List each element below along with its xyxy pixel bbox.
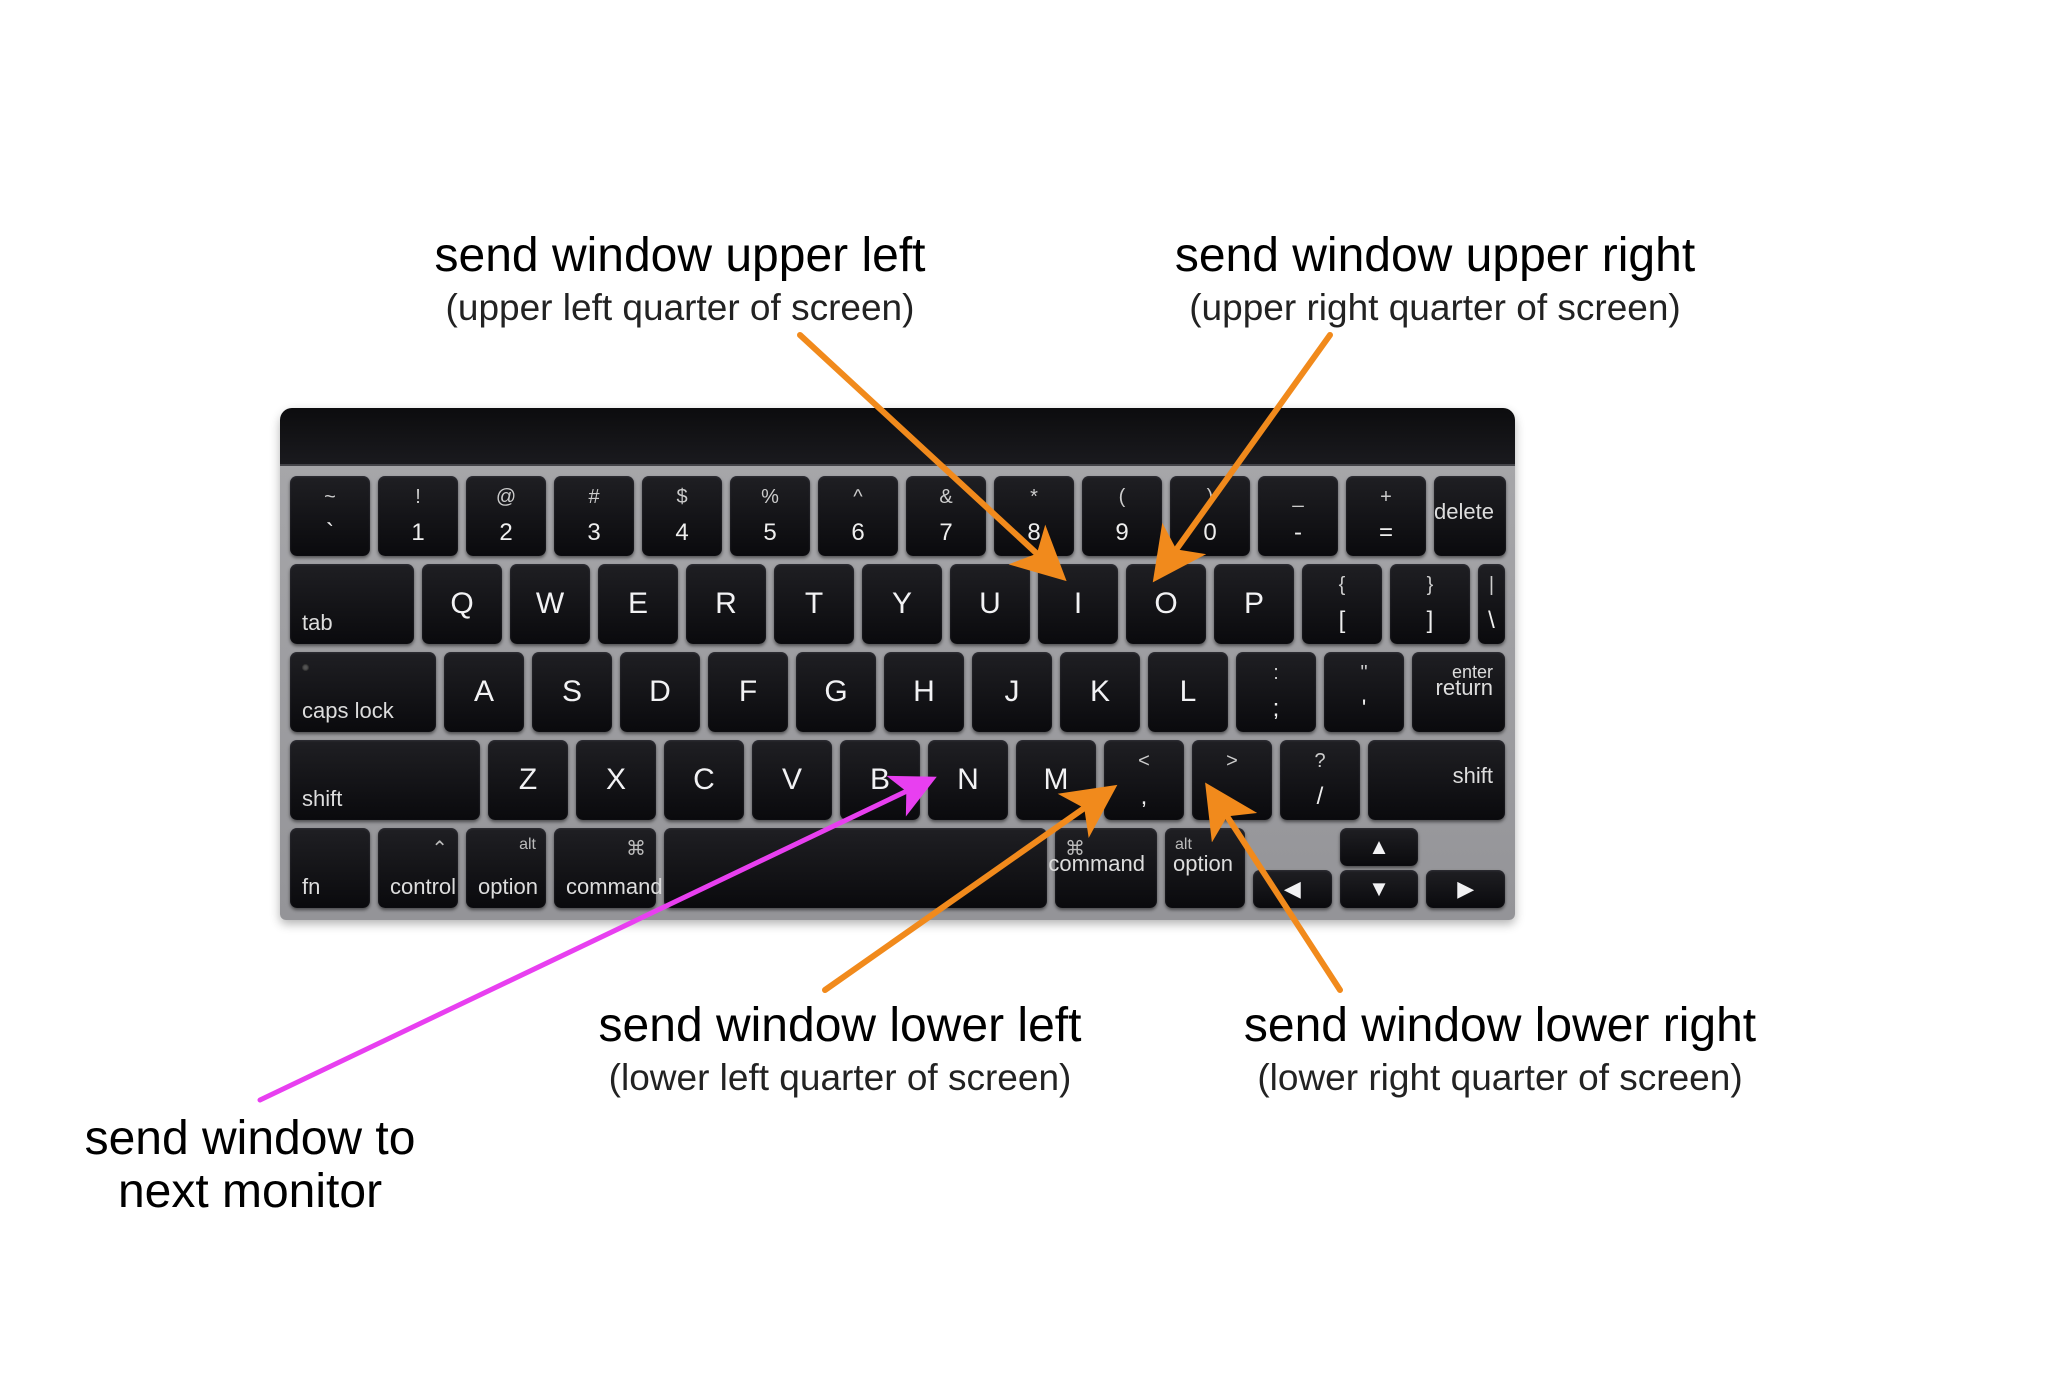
caps-indicator-icon [302, 664, 309, 671]
key-m[interactable]: M [1016, 740, 1096, 820]
key-w[interactable]: W [510, 564, 590, 644]
key-0[interactable]: )0 [1170, 476, 1250, 556]
annotation-title: send window lower left [520, 1000, 1160, 1053]
row-zxcv: shift Z X C V B N M <, >. ?/ shift [290, 740, 1505, 820]
annotation-title: send window to next monitor [30, 1113, 470, 1219]
row-home: caps lock A S D F G H J K L :; "' enter … [290, 652, 1505, 732]
arrow-left-icon: ◀ [1284, 876, 1301, 902]
key-tab[interactable]: tab [290, 564, 414, 644]
key-minus[interactable]: _- [1258, 476, 1338, 556]
key-control[interactable]: ⌃control [378, 828, 458, 908]
touch-bar [280, 408, 1515, 466]
key-bracket-left[interactable]: {[ [1302, 564, 1382, 644]
annotation-subtitle: (lower left quarter of screen) [520, 1057, 1160, 1099]
key-deck: ~` !1 @2 #3 $4 %5 ^6 &7 *8 (9 )0 _- += d… [280, 466, 1515, 920]
arrow-cluster: ▲ ◀ ▼ ▶ [1253, 828, 1505, 908]
keyboard: ~` !1 @2 #3 $4 %5 ^6 &7 *8 (9 )0 _- += d… [280, 408, 1515, 920]
key-x[interactable]: X [576, 740, 656, 820]
alt-icon: alt [519, 836, 536, 854]
key-return[interactable]: enter return [1412, 652, 1505, 732]
annotation-subtitle: (upper left quarter of screen) [360, 287, 1000, 329]
control-icon: ⌃ [431, 836, 448, 861]
key-b[interactable]: B [840, 740, 920, 820]
key-y[interactable]: Y [862, 564, 942, 644]
key-8[interactable]: *8 [994, 476, 1074, 556]
key-1[interactable]: !1 [378, 476, 458, 556]
key-backtick[interactable]: ~` [290, 476, 370, 556]
annotation-upper-left: send window upper left (upper left quart… [360, 230, 1000, 329]
key-c[interactable]: C [664, 740, 744, 820]
key-shift-left[interactable]: shift [290, 740, 480, 820]
key-delete[interactable]: delete [1434, 476, 1506, 556]
key-j[interactable]: J [972, 652, 1052, 732]
key-o[interactable]: O [1126, 564, 1206, 644]
key-arrow-up[interactable]: ▲ [1340, 828, 1419, 866]
key-command-left[interactable]: ⌘command [554, 828, 656, 908]
key-6[interactable]: ^6 [818, 476, 898, 556]
key-n[interactable]: N [928, 740, 1008, 820]
annotation-title: send window lower right [1160, 1000, 1840, 1053]
annotation-title: send window upper right [1105, 230, 1765, 283]
annotation-lower-left: send window lower left (lower left quart… [520, 1000, 1160, 1099]
key-option-right[interactable]: altoption [1165, 828, 1245, 908]
row-qwerty: tab Q W E R T Y U I O P {[ }] |\ [290, 564, 1505, 644]
key-backslash[interactable]: |\ [1478, 564, 1505, 644]
annotation-subtitle: (lower right quarter of screen) [1160, 1057, 1840, 1099]
arrow-down-icon: ▼ [1368, 876, 1390, 902]
alt-icon: alt [1175, 836, 1192, 854]
key-f[interactable]: F [708, 652, 788, 732]
key-slash[interactable]: ?/ [1280, 740, 1360, 820]
key-g[interactable]: G [796, 652, 876, 732]
key-7[interactable]: &7 [906, 476, 986, 556]
key-k[interactable]: K [1060, 652, 1140, 732]
key-equals[interactable]: += [1346, 476, 1426, 556]
arrow-up-icon: ▲ [1368, 834, 1390, 860]
annotation-subtitle: (upper right quarter of screen) [1105, 287, 1765, 329]
key-5[interactable]: %5 [730, 476, 810, 556]
row-numbers: ~` !1 @2 #3 $4 %5 ^6 &7 *8 (9 )0 _- += d… [290, 476, 1505, 556]
key-quote[interactable]: "' [1324, 652, 1404, 732]
key-e[interactable]: E [598, 564, 678, 644]
annotation-next-monitor: send window to next monitor [30, 1113, 470, 1219]
key-h[interactable]: H [884, 652, 964, 732]
key-z[interactable]: Z [488, 740, 568, 820]
row-modifiers: fn ⌃control altoption ⌘command ⌘command … [290, 828, 1505, 908]
annotation-title: send window upper left [360, 230, 1000, 283]
command-icon: ⌘ [626, 836, 646, 861]
key-bracket-right[interactable]: }] [1390, 564, 1470, 644]
key-d[interactable]: D [620, 652, 700, 732]
key-u[interactable]: U [950, 564, 1030, 644]
key-l[interactable]: L [1148, 652, 1228, 732]
key-period[interactable]: >. [1192, 740, 1272, 820]
arrow-right-icon: ▶ [1457, 876, 1474, 902]
key-9[interactable]: (9 [1082, 476, 1162, 556]
key-comma[interactable]: <, [1104, 740, 1184, 820]
annotation-lower-right: send window lower right (lower right qua… [1160, 1000, 1840, 1099]
key-s[interactable]: S [532, 652, 612, 732]
key-fn[interactable]: fn [290, 828, 370, 908]
key-4[interactable]: $4 [642, 476, 722, 556]
key-2[interactable]: @2 [466, 476, 546, 556]
key-shift-right[interactable]: shift [1368, 740, 1505, 820]
key-command-right[interactable]: ⌘command [1055, 828, 1157, 908]
key-arrow-down[interactable]: ▼ [1340, 870, 1419, 908]
key-r[interactable]: R [686, 564, 766, 644]
key-semicolon[interactable]: :; [1236, 652, 1316, 732]
key-3[interactable]: #3 [554, 476, 634, 556]
key-t[interactable]: T [774, 564, 854, 644]
key-option-left[interactable]: altoption [466, 828, 546, 908]
key-caps-lock[interactable]: caps lock [290, 652, 436, 732]
key-space[interactable] [664, 828, 1047, 908]
command-icon: ⌘ [1065, 836, 1085, 861]
key-a[interactable]: A [444, 652, 524, 732]
annotation-upper-right: send window upper right (upper right qua… [1105, 230, 1765, 329]
key-i[interactable]: I [1038, 564, 1118, 644]
key-q[interactable]: Q [422, 564, 502, 644]
key-v[interactable]: V [752, 740, 832, 820]
key-arrow-right[interactable]: ▶ [1426, 870, 1505, 908]
key-p[interactable]: P [1214, 564, 1294, 644]
key-arrow-left[interactable]: ◀ [1253, 870, 1332, 908]
